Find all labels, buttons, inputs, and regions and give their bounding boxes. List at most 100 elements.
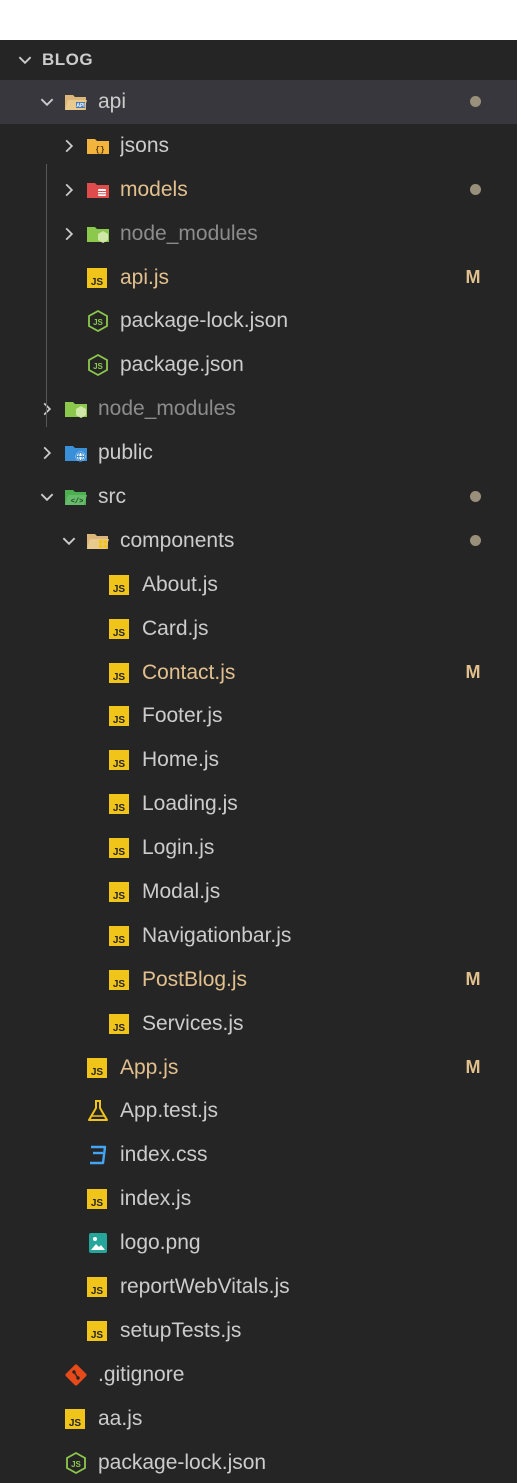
tree-file-about-js[interactable]: JS About.js [0,563,517,607]
tree-item-label: aa.js [98,1406,143,1430]
image-file-icon [86,1231,110,1255]
svg-text:JS: JS [113,759,126,770]
tree-item-label: App.js [120,1055,179,1079]
svg-text:JS: JS [93,318,103,327]
folder-components-open-icon [86,529,110,553]
tree-file-home-js[interactable]: JS Home.js [0,738,517,782]
tree-item-label: PostBlog.js [142,967,248,991]
javascript-file-icon: JS [64,1407,88,1431]
tree-file-index-css[interactable]: index.css [0,1133,517,1177]
tree-file-package-json[interactable]: JS package.json [0,343,517,387]
tree-file-logo-png[interactable]: logo.png [0,1221,517,1265]
tree-file-contact-js[interactable]: JS Contact.js M [0,651,517,695]
tree-item-label: node_modules [98,397,236,421]
svg-text:{}: {} [95,146,105,155]
tree-folder-api[interactable]: API api [0,80,517,124]
chevron-down-icon [14,49,36,71]
tree-file-loading-js[interactable]: JS Loading.js [0,782,517,826]
tree-folder-models[interactable]: models [0,168,517,212]
javascript-file-icon: JS [108,1012,132,1036]
javascript-file-icon: JS [108,924,132,948]
svg-text:JS: JS [113,891,126,902]
tree-file-api-js[interactable]: JS api.js M [0,256,517,300]
javascript-file-icon: JS [108,836,132,860]
folder-database-icon [86,178,110,202]
tree-item-label: index.css [120,1143,208,1167]
tree-item-label: Loading.js [142,792,238,816]
tree-item-label: Navigationbar.js [142,923,292,947]
tree-file-setuptests-js[interactable]: JS setupTests.js [0,1309,517,1353]
tree-file-app-test-js[interactable]: App.test.js [0,1089,517,1133]
javascript-file-icon: JS [86,1187,110,1211]
svg-text:JS: JS [113,803,126,814]
chevron-right-icon[interactable] [36,398,58,420]
folder-src-open-icon: </> [64,485,88,509]
tree-item-label: Card.js [142,616,209,640]
svg-text:JS: JS [113,847,126,858]
chevron-right-icon[interactable] [58,223,80,245]
git-modified-badge: M [465,969,481,990]
svg-text:JS: JS [91,1067,104,1078]
tree-file-card-js[interactable]: JS Card.js [0,607,517,651]
top-margin [0,0,521,40]
javascript-file-icon: JS [86,1275,110,1299]
svg-text:JS: JS [113,672,126,683]
tree-item-label: jsons [120,133,170,157]
tree-file-package-lock-json[interactable]: JS package-lock.json [0,299,517,343]
javascript-file-icon: JS [108,792,132,816]
tree-folder-components[interactable]: components [0,519,517,563]
tree-item-label: components [120,528,235,552]
tree-file-navigationbar-js[interactable]: JS Navigationbar.js [0,914,517,958]
git-file-icon [64,1363,88,1387]
git-modified-badge: M [465,1057,481,1078]
tree-file-modal-js[interactable]: JS Modal.js [0,870,517,914]
tree-file-index-js[interactable]: JS index.js [0,1177,517,1221]
javascript-file-icon: JS [108,748,132,772]
tree-item-label: About.js [142,572,218,596]
tree-item-label: node_modules [120,221,258,245]
javascript-file-icon: JS [86,1319,110,1343]
tree-item-label: Contact.js [142,660,236,684]
tree-file-app-js[interactable]: JS App.js M [0,1046,517,1090]
svg-text:JS: JS [113,935,126,946]
svg-text:JS: JS [113,715,126,726]
javascript-file-icon: JS [108,880,132,904]
tree-folder-node-modules[interactable]: node_modules [0,387,517,431]
nodejs-file-icon: JS [86,309,110,333]
tree-file-login-js[interactable]: JS Login.js [0,826,517,870]
tree-file-services-js[interactable]: JS Services.js [0,1002,517,1046]
tree-file-gitignore[interactable]: .gitignore [0,1353,517,1397]
tree-item-label: logo.png [120,1231,201,1255]
javascript-file-icon: JS [108,968,132,992]
right-margin [517,0,521,1483]
git-modified-badge: M [465,267,481,287]
javascript-file-icon: JS [108,617,132,641]
explorer-root-header[interactable]: BLOG [0,40,517,80]
tree-file-footer-js[interactable]: JS Footer.js [0,694,517,738]
tree-item-label: package-lock.json [98,1450,267,1474]
chevron-right-icon[interactable] [36,442,58,464]
folder-json-icon: {} [86,134,110,158]
tree-item-label: models [120,177,188,201]
tree-file-package-lock-json[interactable]: JS package-lock.json [0,1441,517,1483]
tree-folder-public[interactable]: public [0,431,517,475]
chevron-right-icon[interactable] [58,179,80,201]
chevron-down-icon[interactable] [58,530,80,552]
folder-public-icon [64,441,88,465]
css-file-icon [86,1143,110,1167]
tree-folder-jsons[interactable]: {} jsons [0,124,517,168]
chevron-down-icon[interactable] [36,91,58,113]
indent-guide [46,164,47,427]
tree-folder-src[interactable]: </> src [0,475,517,519]
file-explorer: BLOG API api {} jsons models node_modules JS ap… [0,0,521,1483]
chevron-right-icon[interactable] [58,135,80,157]
nodejs-file-icon: JS [64,1451,88,1475]
tree-file-reportwebvitals-js[interactable]: JS reportWebVitals.js [0,1265,517,1309]
tree-item-label: App.test.js [120,1099,219,1123]
tree-file-aa-js[interactable]: JS aa.js [0,1397,517,1441]
tree-folder-node-modules[interactable]: node_modules [0,212,517,256]
chevron-down-icon[interactable] [36,486,58,508]
tree-file-postblog-js[interactable]: JS PostBlog.js M [0,958,517,1002]
svg-text:JS: JS [113,584,126,595]
javascript-file-icon: JS [86,1056,110,1080]
